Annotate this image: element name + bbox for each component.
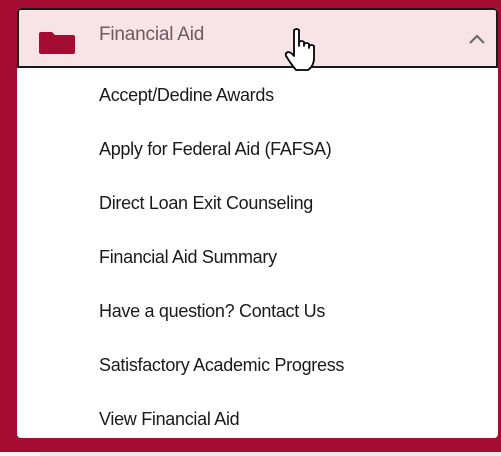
financial-aid-submenu: Accept/Dedine Awards Apply for Federal A… <box>17 68 498 438</box>
menu-panel: Financial Aid Accept/Dedine Awards Apply… <box>0 0 501 452</box>
financial-aid-menu-header[interactable]: Financial Aid <box>17 8 498 71</box>
menu-item-view-financial-aid[interactable]: View Financial Aid <box>17 392 498 438</box>
hand-pointer-icon <box>284 28 315 71</box>
menu-title: Financial Aid <box>99 24 205 45</box>
menu-item-direct-loan-exit-counseling[interactable]: Direct Loan Exit Counseling <box>17 176 498 230</box>
financial-aid-menu: Financial Aid Accept/Dedine Awards Apply… <box>17 8 498 438</box>
menu-item-financial-aid-summary[interactable]: Financial Aid Summary <box>17 230 498 284</box>
chevron-up-icon[interactable] <box>467 32 487 46</box>
menu-item-accept-decline-awards[interactable]: Accept/Dedine Awards <box>17 68 498 122</box>
folder-icon <box>39 32 75 54</box>
menu-item-apply-federal-aid[interactable]: Apply for Federal Aid (FAFSA) <box>17 122 498 176</box>
menu-item-satisfactory-academic-progress[interactable]: Satisfactory Academic Progress <box>17 338 498 392</box>
menu-item-contact-us[interactable]: Have a question? Contact Us <box>17 284 498 338</box>
